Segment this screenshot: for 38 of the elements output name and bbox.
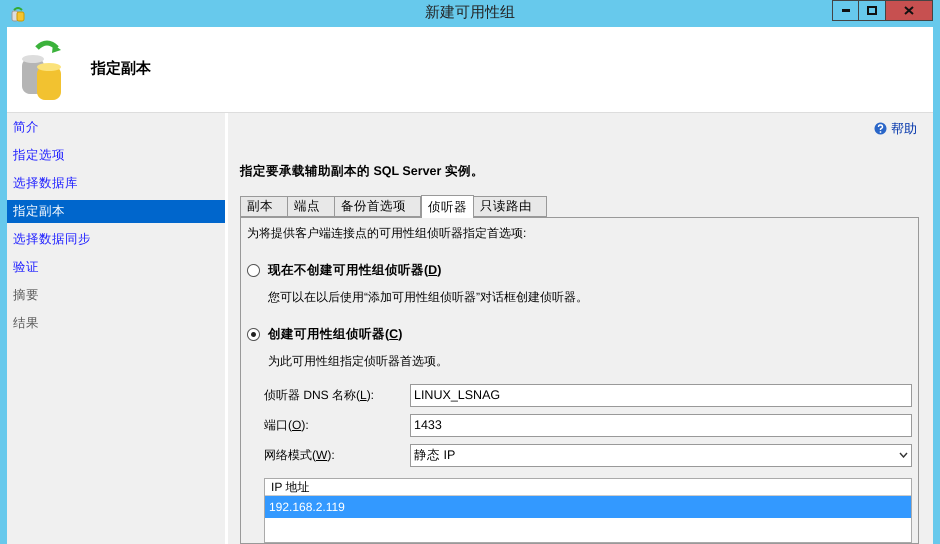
field-label: 网络模式(W): <box>264 447 336 464</box>
sidebar-item[interactable]: 指定选项 <box>7 144 225 167</box>
sidebar-item[interactable]: 验证 <box>7 256 225 279</box>
input-field[interactable]: 1433 <box>410 414 912 437</box>
intro-text: 为将提供客户端连接点的可用性组侦听器指定首选项: <box>247 225 528 242</box>
field-label: 端口(O): <box>264 417 310 434</box>
input-field[interactable]: LINUX_LSNAG <box>410 384 912 407</box>
close-button[interactable] <box>886 0 933 21</box>
column-header[interactable]: IP 地址 <box>265 478 911 496</box>
option-label: 创建可用性组侦听器(C) <box>268 326 402 343</box>
minimize-button[interactable] <box>832 0 859 21</box>
page-title: 指定副本 <box>91 59 151 80</box>
sidebar-item[interactable]: 简介 <box>7 116 225 139</box>
radio-button[interactable] <box>247 264 260 278</box>
option-description: 为此可用性组指定侦听器首选项。 <box>268 352 449 370</box>
sidebar-item[interactable]: 选择数据同步 <box>7 228 225 251</box>
tab[interactable]: 只读路由 <box>474 196 547 218</box>
help-link[interactable]: 帮助 <box>874 119 917 138</box>
maximize-button[interactable] <box>859 0 886 21</box>
instruction-text: 指定要承载辅助副本的 SQL Server 实例。 <box>240 162 485 180</box>
radio-button[interactable] <box>247 328 260 341</box>
option-description: 您可以在以后使用“添加可用性组侦听器”对话框创建侦听器。 <box>268 289 589 306</box>
minimize-icon <box>842 9 850 12</box>
sidebar-item[interactable]: 指定副本 <box>7 200 225 223</box>
close-icon <box>904 6 914 15</box>
sidebar-item[interactable]: 选择数据库 <box>7 172 225 195</box>
tab[interactable]: 端点 <box>288 196 335 218</box>
window-title: 新建可用性组 <box>424 3 516 24</box>
tab[interactable]: 备份首选项 <box>335 196 421 218</box>
field-label: 侦听器 DNS 名称(L): <box>264 387 376 404</box>
maximize-icon <box>867 6 877 15</box>
tab[interactable]: 侦听器 <box>421 195 474 218</box>
help-icon <box>874 122 887 136</box>
chevron-icon <box>899 452 908 458</box>
dropdown[interactable]: 静态 IP <box>410 444 912 467</box>
option-label: 现在不创建可用性组侦听器(D) <box>268 262 442 280</box>
app-icon <box>11 6 25 22</box>
tab[interactable]: 副本 <box>240 196 288 218</box>
